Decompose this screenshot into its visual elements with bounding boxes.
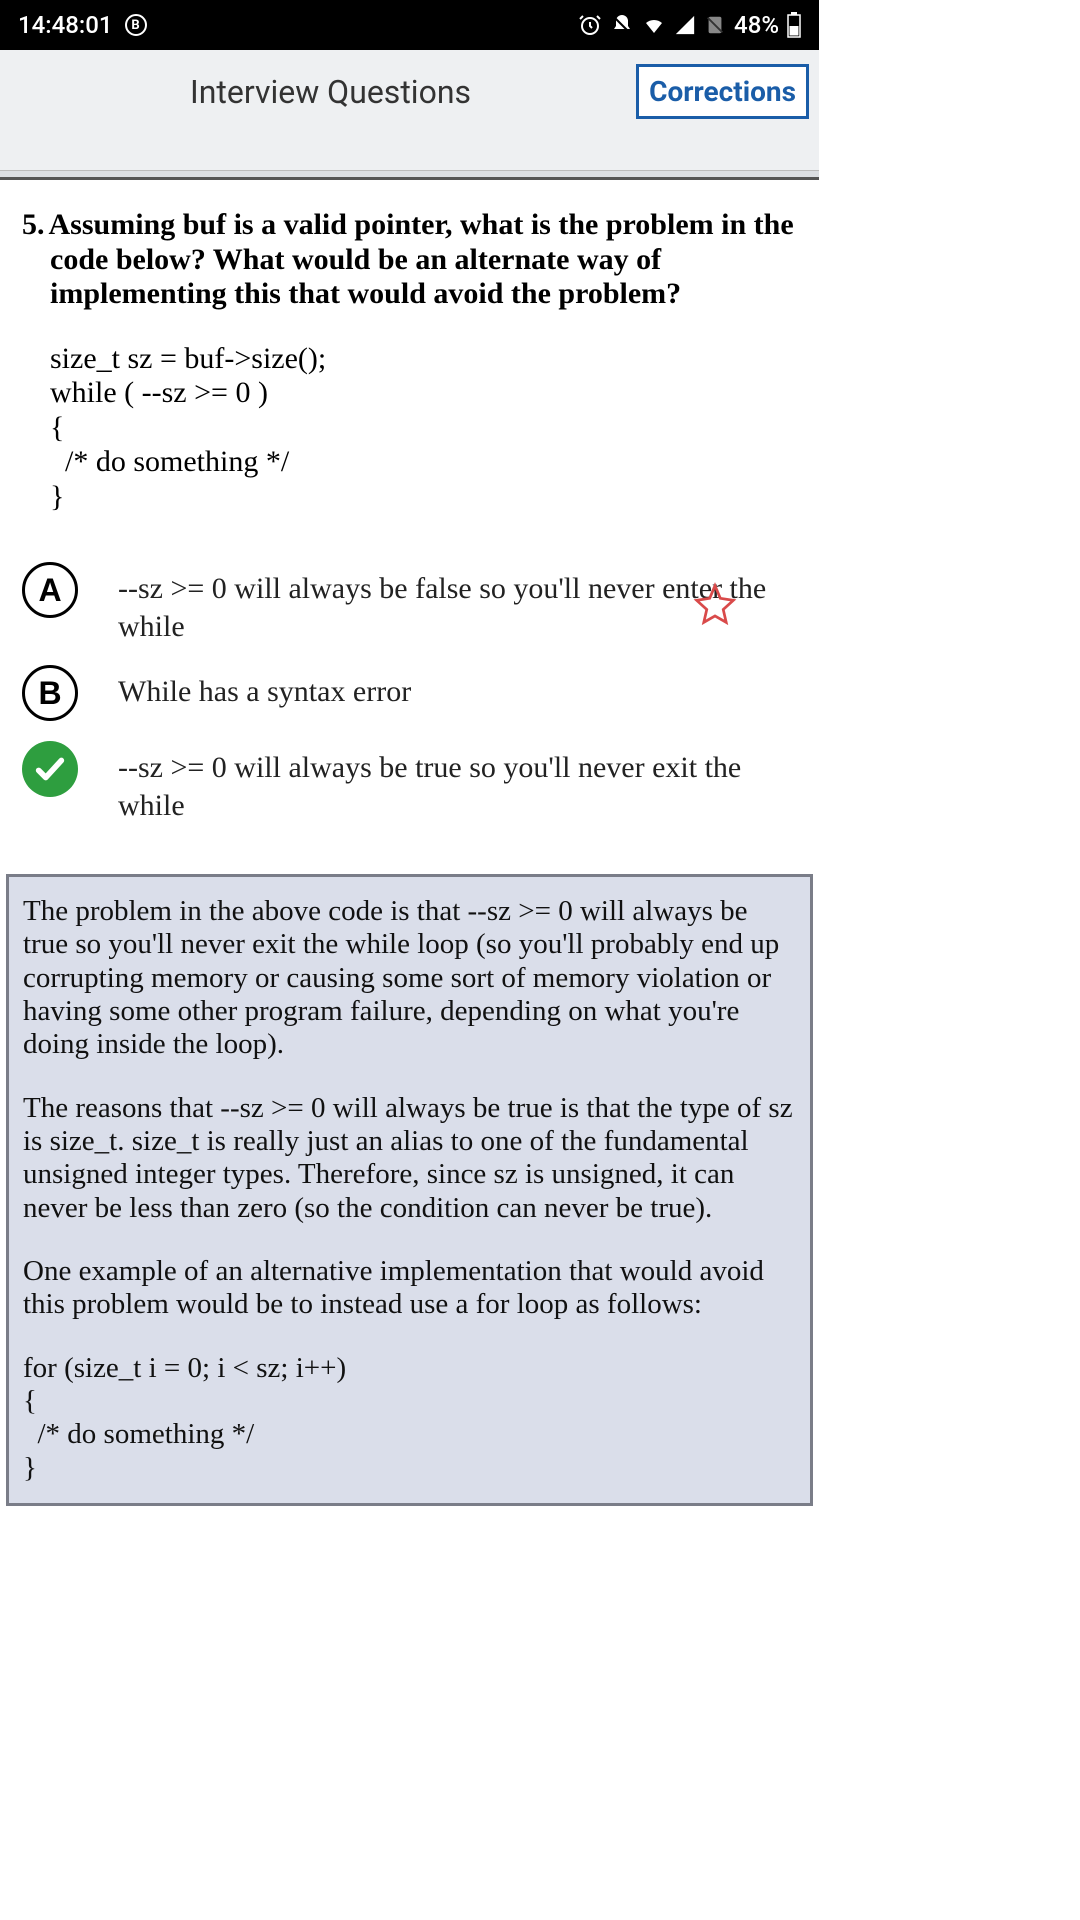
explanation-p2: The reasons that --sz >= 0 will always b…: [23, 1092, 796, 1225]
explanation-panel: The problem in the above code is that --…: [6, 874, 813, 1506]
status-time: 14:48:01: [18, 11, 113, 39]
status-left: 14:48:01 B: [18, 11, 147, 39]
explanation-code: for (size_t i = 0; i < sz; i++) { /* do …: [23, 1352, 796, 1485]
header-divider: [0, 170, 819, 180]
sim-off-icon: [704, 14, 726, 36]
option-c[interactable]: --sz >= 0 will always be true so you'll …: [22, 741, 797, 824]
correct-check-icon: [22, 741, 78, 797]
app-header: Interview Questions Corrections: [0, 50, 819, 170]
option-badge-a: A: [22, 562, 78, 618]
star-icon[interactable]: [693, 582, 737, 631]
question-block: 5. Assuming buf is a valid pointer, what…: [22, 208, 797, 312]
question-number: 5.: [22, 208, 45, 241]
bell-off-icon: [610, 13, 634, 37]
option-badge-b: B: [22, 665, 78, 721]
battery-icon: [787, 12, 801, 38]
option-text-b: While has a syntax error: [118, 665, 797, 711]
explanation-p3: One example of an alternative implementa…: [23, 1255, 796, 1322]
option-a[interactable]: A --sz >= 0 will always be false so you'…: [22, 562, 797, 645]
alarm-icon: [578, 13, 602, 37]
main-content: 5. Assuming buf is a valid pointer, what…: [0, 180, 819, 854]
question-code: size_t sz = buf->size(); while ( --sz >=…: [22, 342, 797, 515]
page-title: Interview Questions: [190, 73, 471, 111]
question-prompt: Assuming buf is a valid pointer, what is…: [49, 208, 794, 310]
status-bar: 14:48:01 B 48%: [0, 0, 819, 50]
corrections-button[interactable]: Corrections: [636, 64, 809, 119]
option-b[interactable]: B While has a syntax error: [22, 665, 797, 721]
option-text-c: --sz >= 0 will always be true so you'll …: [118, 741, 797, 824]
options-list: A --sz >= 0 will always be false so you'…: [22, 562, 797, 824]
signal-icon: [674, 14, 696, 36]
wifi-icon: [642, 13, 666, 37]
battery-percent: 48%: [734, 11, 779, 39]
explanation-p1: The problem in the above code is that --…: [23, 895, 796, 1062]
app-badge-icon: B: [125, 14, 147, 36]
status-right: 48%: [578, 11, 801, 39]
